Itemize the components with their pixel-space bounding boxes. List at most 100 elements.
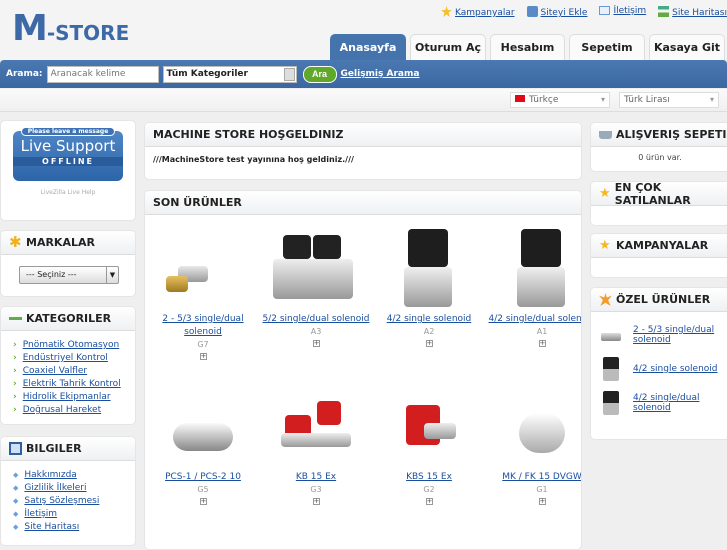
cart-box: ALIŞVERIŞ SEPETI 0 ürün var.: [590, 122, 727, 172]
special-badge-icon: [599, 293, 612, 306]
product-image[interactable]: [148, 221, 258, 313]
product-code: G1: [536, 485, 548, 494]
language-select[interactable]: Türkçe: [510, 92, 610, 108]
product-image[interactable]: [487, 221, 581, 313]
valve-part: [517, 267, 565, 307]
expand-icon[interactable]: +: [425, 498, 433, 505]
product-link[interactable]: PCS-1 / PCS-2 10: [148, 471, 258, 484]
latest-products-box: SON ÜRÜNLER 2 - 5/3 single/dual solenoid…: [144, 190, 582, 550]
welcome-title: MACHINE STORE HOŞGELDINIZ: [145, 123, 581, 147]
top-link-bookmark[interactable]: Siteyi Ekle: [526, 6, 587, 18]
valve-part: [408, 229, 448, 267]
flag-tr-icon: [515, 95, 525, 102]
sitemap-icon: [9, 312, 22, 325]
brands-select[interactable]: --- Seçiniz --- ▼: [19, 266, 119, 284]
top-link-sitemap[interactable]: Site Haritası: [658, 6, 727, 18]
category-item[interactable]: Doğrusal Hareket: [13, 404, 135, 417]
category-item[interactable]: Pnömatik Otomasyon: [13, 339, 135, 352]
special-link[interactable]: 4/2 single/dual solenoid: [633, 393, 721, 413]
top-link-campaigns[interactable]: Kampanyalar: [441, 6, 515, 18]
main-tabs: Anasayfa Oturum Aç Hesabım Sepetim Kasay…: [330, 34, 725, 60]
locale-bar: Türkçe Türk Lirası: [0, 89, 727, 112]
welcome-box: MACHINE STORE HOŞGELDINIZ ///MachineStor…: [144, 122, 582, 180]
valve-part: [603, 357, 619, 381]
product-image[interactable]: [374, 221, 484, 313]
expand-icon[interactable]: +: [538, 498, 546, 505]
tab-cart[interactable]: Sepetim: [569, 34, 645, 60]
product-link[interactable]: 5/2 single/dual solenoid: [261, 313, 371, 326]
book-icon: [9, 442, 22, 455]
expand-icon[interactable]: +: [312, 498, 320, 505]
category-item[interactable]: Coaxiel Valfler: [13, 365, 135, 378]
expand-icon[interactable]: +: [199, 498, 207, 505]
valve-part: [317, 401, 341, 425]
product-card: 2 - 5/3 single/dual solenoid G7 +: [148, 221, 258, 361]
tab-login[interactable]: Oturum Aç: [410, 34, 486, 60]
category-item[interactable]: Endüstriyel Kontrol: [13, 352, 135, 365]
valve-part: [273, 259, 353, 299]
valve-part: [424, 423, 456, 439]
product-image[interactable]: [374, 383, 484, 471]
product-card: 4/2 single solenoid A2 +: [374, 221, 484, 348]
basket-icon: [599, 130, 612, 139]
product-link[interactable]: 4/2 single/dual solenoid: [487, 313, 582, 326]
special-item: 2 - 5/3 single/dual solenoid: [591, 318, 727, 352]
special-thumb[interactable]: [599, 321, 625, 349]
valve-part: [404, 267, 452, 307]
advanced-search-link[interactable]: Gelişmiş Arama: [341, 69, 420, 79]
expand-icon[interactable]: +: [312, 340, 320, 347]
sitemap-icon: [658, 6, 670, 17]
product-link[interactable]: KB 15 Ex: [261, 471, 371, 484]
product-link[interactable]: KBS 15 Ex: [374, 471, 484, 484]
special-thumb[interactable]: [599, 389, 625, 417]
info-box: BILGILER HakkımızdaGizlilik İlkeleriSatı…: [0, 436, 136, 546]
star-icon: [441, 6, 453, 17]
category-select[interactable]: Tüm Kategoriler: [162, 65, 297, 83]
logo[interactable]: M-STORE: [12, 8, 129, 49]
product-link[interactable]: 2 - 5/3 single/dual solenoid: [148, 313, 258, 339]
search-input[interactable]: [46, 65, 159, 83]
top-link-contact[interactable]: İletişim: [599, 6, 646, 18]
valve-part: [313, 235, 341, 259]
product-link[interactable]: 4/2 single solenoid: [374, 313, 484, 326]
valve-part: [603, 391, 619, 415]
info-item[interactable]: İletişim: [13, 508, 135, 521]
product-image[interactable]: [261, 383, 371, 471]
product-link[interactable]: MK / FK 15 DVGW: [487, 471, 581, 484]
special-thumb[interactable]: [599, 355, 625, 383]
info-item[interactable]: Site Haritası: [13, 521, 135, 534]
valve-part: [283, 235, 311, 259]
search-button[interactable]: Ara: [302, 65, 337, 83]
top-links: Kampanyalar Siteyi Ekle İletişim Site Ha…: [441, 6, 727, 18]
category-item[interactable]: Hidrolik Ekipmanlar: [13, 391, 135, 404]
expand-icon[interactable]: +: [199, 353, 207, 360]
categories-box: KATEGORILER Pnömatik OtomasyonEndüstriye…: [0, 306, 136, 425]
special-link[interactable]: 4/2 single solenoid: [633, 364, 718, 374]
expand-icon[interactable]: +: [538, 340, 546, 347]
product-image[interactable]: [261, 221, 371, 313]
welcome-text: ///MachineStore test yayınına hoş geldin…: [153, 155, 354, 164]
product-image[interactable]: [148, 383, 258, 471]
search-bar: Arama: Tüm Kategoriler Ara Gelişmiş Aram…: [0, 60, 727, 88]
mail-icon: [599, 6, 611, 15]
product-code: A1: [536, 327, 548, 336]
live-support-box: Please leave a message Live Support OFFL…: [0, 120, 136, 221]
info-item[interactable]: Satış Sözleşmesi: [13, 495, 135, 508]
currency-select[interactable]: Türk Lirası: [619, 92, 719, 108]
valve-part: [281, 433, 351, 447]
product-code: G3: [310, 485, 322, 494]
tab-home[interactable]: Anasayfa: [330, 34, 406, 60]
info-item[interactable]: Gizlilik İlkeleri: [13, 482, 135, 495]
live-support-button[interactable]: Please leave a message Live Support OFFL…: [13, 127, 123, 181]
campaigns-box: ★ KAMPANYALAR: [590, 233, 727, 278]
category-item[interactable]: Elektrik Tahrik Kontrol: [13, 378, 135, 391]
valve-part: [519, 413, 565, 453]
valve-part: [173, 423, 233, 451]
tab-account[interactable]: Hesabım: [490, 34, 565, 60]
product-image[interactable]: [487, 383, 581, 471]
specials-box: ÖZEL ÜRÜNLER 2 - 5/3 single/dual solenoi…: [590, 287, 727, 440]
tab-checkout[interactable]: Kasaya Git: [649, 34, 725, 60]
special-link[interactable]: 2 - 5/3 single/dual solenoid: [633, 325, 721, 345]
info-item[interactable]: Hakkımızda: [13, 469, 135, 482]
expand-icon[interactable]: +: [425, 340, 433, 347]
